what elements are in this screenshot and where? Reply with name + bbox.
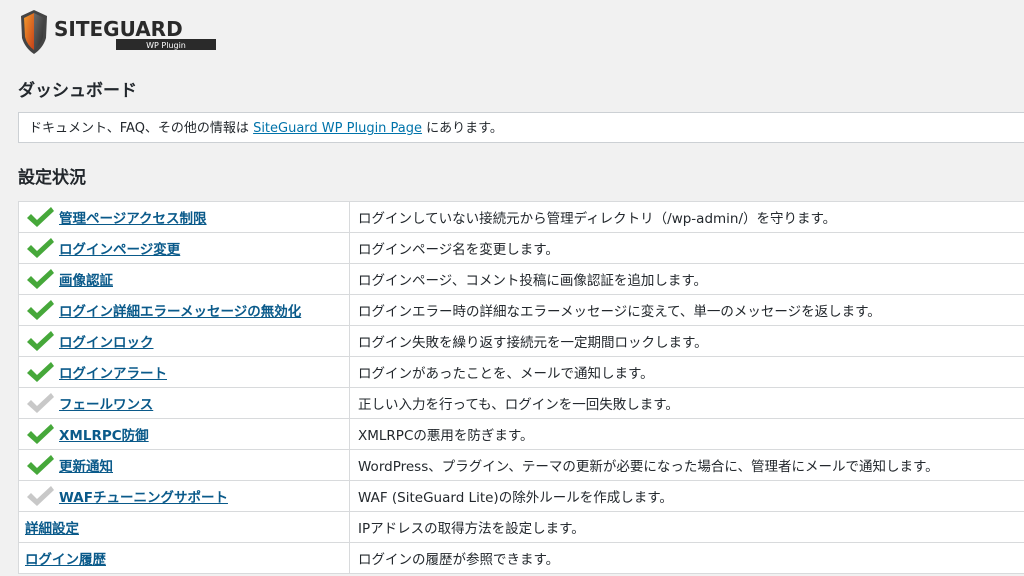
table-row: ログイン履歴 ログインの履歴が参照できます。 (18, 542, 1024, 574)
feature-link[interactable]: フェールワンス (59, 393, 153, 413)
table-row: ログインロック ログイン失敗を繰り返す接続元を一定期間ロックします。 (18, 325, 1024, 357)
siteguard-logo: SITEGUARD WP Plugin (21, 10, 216, 54)
feature-cell: ログインアラート (18, 356, 350, 388)
feature-link[interactable]: XMLRPC防御 (59, 424, 149, 444)
feature-link[interactable]: ログインページ変更 (59, 238, 180, 258)
feature-cell: 管理ページアクセス制限 (18, 201, 350, 233)
feature-cell: WAFチューニングサポート (18, 480, 350, 512)
feature-cell: 更新通知 (18, 449, 350, 481)
feature-description: ログインページ、コメント投稿に画像認証を追加します。 (349, 263, 1024, 295)
feature-description: ログインエラー時の詳細なエラーメッセージに変えて、単一のメッセージを返します。 (349, 294, 1024, 326)
check-enabled-icon (27, 269, 54, 289)
feature-description: WordPress、プラグイン、テーマの更新が必要になった場合に、管理者にメール… (349, 449, 1024, 481)
feature-link[interactable]: 画像認証 (59, 269, 113, 289)
table-row: WAFチューニングサポート WAF (SiteGuard Lite)の除外ルールを… (18, 480, 1024, 512)
documentation-notice: ドキュメント、FAQ、その他の情報は SiteGuard WP Plugin P… (18, 112, 1024, 143)
check-enabled-icon (27, 300, 54, 320)
feature-link[interactable]: 更新通知 (59, 455, 113, 475)
check-enabled-icon (27, 424, 54, 444)
table-row: ログインページ変更 ログインページ名を変更します。 (18, 232, 1024, 264)
check-enabled-icon (27, 362, 54, 382)
table-row: 詳細設定 IPアドレスの取得方法を設定します。 (18, 511, 1024, 543)
check-disabled-icon (27, 486, 54, 506)
table-row: 管理ページアクセス制限 ログインしていない接続元から管理ディレクトリ（/wp-ad… (18, 201, 1024, 233)
table-row: XMLRPC防御 XMLRPCの悪用を防ぎます。 (18, 418, 1024, 450)
feature-cell: ログイン詳細エラーメッセージの無効化 (18, 294, 350, 326)
notice-text-after: にあります。 (422, 121, 503, 136)
feature-link[interactable]: 詳細設定 (25, 517, 79, 537)
feature-description: ログインページ名を変更します。 (349, 232, 1024, 264)
svg-text:WP Plugin: WP Plugin (146, 41, 186, 50)
section-title: 設定状況 (18, 168, 86, 188)
table-row: フェールワンス 正しい入力を行っても、ログインを一回失敗します。 (18, 387, 1024, 419)
settings-status-table: 管理ページアクセス制限 ログインしていない接続元から管理ディレクトリ（/wp-ad… (18, 201, 1024, 574)
feature-description: WAF (SiteGuard Lite)の除外ルールを作成します。 (349, 480, 1024, 512)
feature-cell: 詳細設定 (18, 511, 350, 543)
feature-link[interactable]: 管理ページアクセス制限 (59, 207, 207, 227)
feature-description: ログインがあったことを、メールで通知します。 (349, 356, 1024, 388)
svg-text:SITEGUARD: SITEGUARD (54, 17, 183, 41)
check-enabled-icon (27, 455, 54, 475)
table-row: 更新通知 WordPress、プラグイン、テーマの更新が必要になった場合に、管理者… (18, 449, 1024, 481)
feature-description: 正しい入力を行っても、ログインを一回失敗します。 (349, 387, 1024, 419)
feature-link[interactable]: WAFチューニングサポート (59, 486, 228, 506)
plugin-page-link[interactable]: SiteGuard WP Plugin Page (253, 121, 422, 136)
feature-cell: ログインページ変更 (18, 232, 350, 264)
feature-link[interactable]: ログインロック (59, 331, 154, 351)
feature-cell: ログインロック (18, 325, 350, 357)
feature-cell: フェールワンス (18, 387, 350, 419)
feature-link[interactable]: ログインアラート (59, 362, 167, 382)
feature-cell: 画像認証 (18, 263, 350, 295)
feature-description: IPアドレスの取得方法を設定します。 (349, 511, 1024, 543)
check-enabled-icon (27, 331, 54, 351)
feature-description: ログイン失敗を繰り返す接続元を一定期間ロックします。 (349, 325, 1024, 357)
page-title: ダッシュボード (18, 81, 137, 101)
check-enabled-icon (27, 207, 54, 227)
check-disabled-icon (27, 393, 54, 413)
feature-description: ログインの履歴が参照できます。 (349, 542, 1024, 574)
feature-description: XMLRPCの悪用を防ぎます。 (349, 418, 1024, 450)
check-enabled-icon (27, 238, 54, 258)
feature-description: ログインしていない接続元から管理ディレクトリ（/wp-admin/）を守ります。 (349, 201, 1024, 233)
notice-text-before: ドキュメント、FAQ、その他の情報は (29, 121, 254, 136)
table-row: 画像認証 ログインページ、コメント投稿に画像認証を追加します。 (18, 263, 1024, 295)
table-row: ログイン詳細エラーメッセージの無効化 ログインエラー時の詳細なエラーメッセージに変… (18, 294, 1024, 326)
table-row: ログインアラート ログインがあったことを、メールで通知します。 (18, 356, 1024, 388)
feature-cell: ログイン履歴 (18, 542, 350, 574)
feature-link[interactable]: ログイン詳細エラーメッセージの無効化 (59, 300, 301, 320)
feature-link[interactable]: ログイン履歴 (25, 548, 106, 568)
feature-cell: XMLRPC防御 (18, 418, 350, 450)
